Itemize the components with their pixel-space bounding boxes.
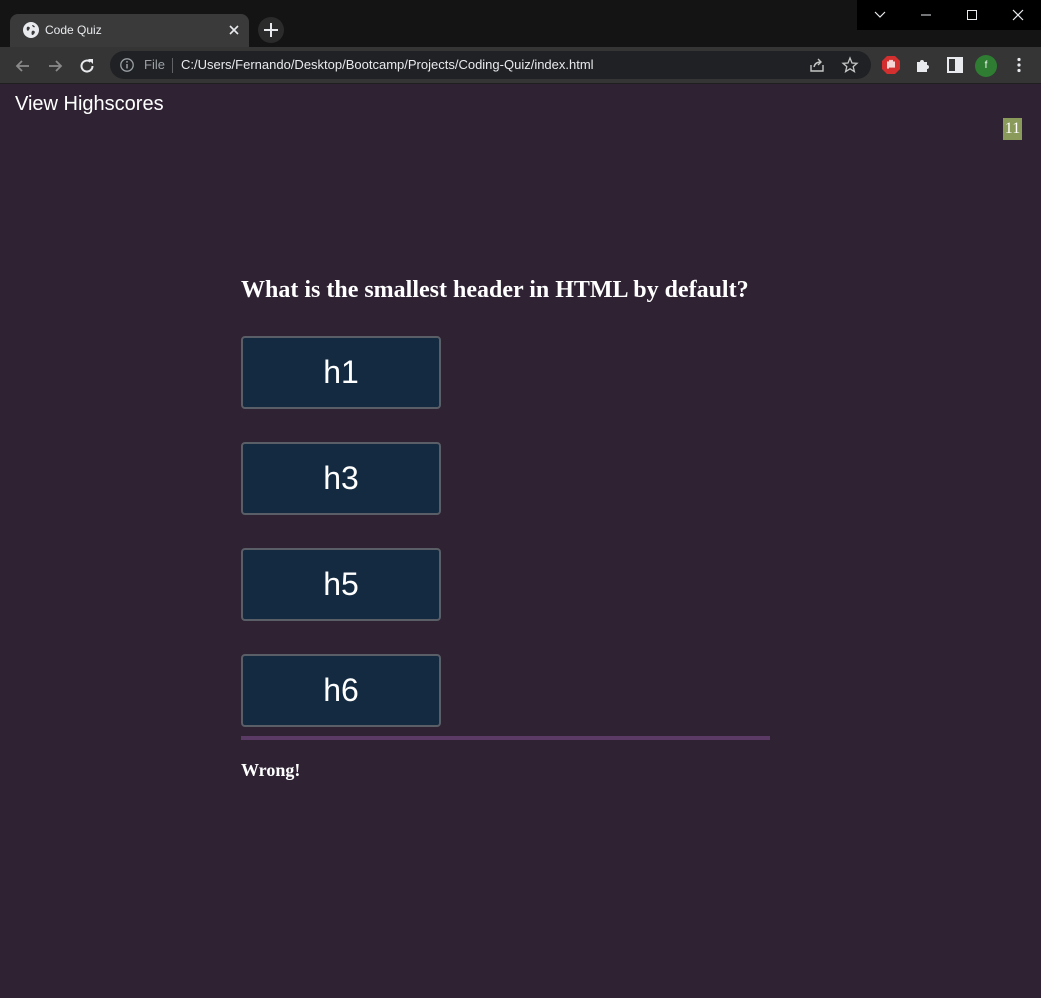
answer-feedback: Wrong! bbox=[241, 760, 301, 780]
puzzle-icon[interactable] bbox=[913, 55, 933, 80]
feedback-divider bbox=[241, 736, 770, 740]
tab-search-button[interactable] bbox=[857, 0, 903, 30]
back-arrow-icon[interactable] bbox=[13, 56, 33, 76]
info-icon[interactable] bbox=[119, 57, 135, 78]
ad-blocker-icon[interactable] bbox=[881, 55, 901, 80]
star-icon[interactable] bbox=[841, 56, 859, 79]
plus-icon bbox=[264, 23, 278, 37]
forward-arrow-icon[interactable] bbox=[45, 56, 65, 76]
page-viewport: View Highscores 11 What is the smallest … bbox=[0, 85, 1041, 998]
window-close-button[interactable] bbox=[995, 0, 1041, 30]
minimize-button[interactable] bbox=[903, 0, 949, 30]
choice-button-4[interactable]: h6 bbox=[241, 654, 441, 727]
view-highscores-link[interactable]: View Highscores bbox=[15, 93, 164, 115]
address-bar[interactable]: File C:/Users/Fernando/Desktop/Bootcamp/… bbox=[110, 51, 871, 79]
browser-titlebar: Code Quiz bbox=[0, 0, 1041, 47]
choice-button-2[interactable]: h3 bbox=[241, 442, 441, 515]
tab-title: Code Quiz bbox=[45, 23, 102, 37]
side-panel-icon[interactable] bbox=[945, 55, 965, 80]
choice-button-3[interactable]: h5 bbox=[241, 548, 441, 621]
browser-tab[interactable]: Code Quiz bbox=[10, 14, 249, 47]
browser-toolbar: File C:/Users/Fernando/Desktop/Bootcamp/… bbox=[0, 47, 1041, 84]
timer-display: 11 bbox=[1003, 118, 1022, 140]
chevron-down-icon bbox=[874, 11, 886, 18]
kebab-menu-icon[interactable] bbox=[1009, 55, 1029, 80]
globe-icon bbox=[23, 22, 39, 38]
share-icon[interactable] bbox=[808, 56, 826, 79]
maximize-button[interactable] bbox=[949, 0, 995, 30]
url-text[interactable]: C:/Users/Fernando/Desktop/Bootcamp/Proje… bbox=[181, 58, 594, 72]
url-separator bbox=[172, 58, 173, 73]
choice-button-1[interactable]: h1 bbox=[241, 336, 441, 409]
profile-avatar[interactable]: f bbox=[975, 55, 997, 77]
question-text: What is the smallest header in HTML by d… bbox=[241, 277, 749, 303]
new-tab-button[interactable] bbox=[258, 17, 284, 43]
reload-icon[interactable] bbox=[77, 56, 97, 76]
window-close-icon bbox=[1012, 9, 1024, 21]
close-icon[interactable] bbox=[226, 22, 242, 38]
file-label: File bbox=[144, 57, 165, 72]
maximize-icon bbox=[967, 10, 977, 20]
minimize-icon bbox=[921, 14, 931, 16]
